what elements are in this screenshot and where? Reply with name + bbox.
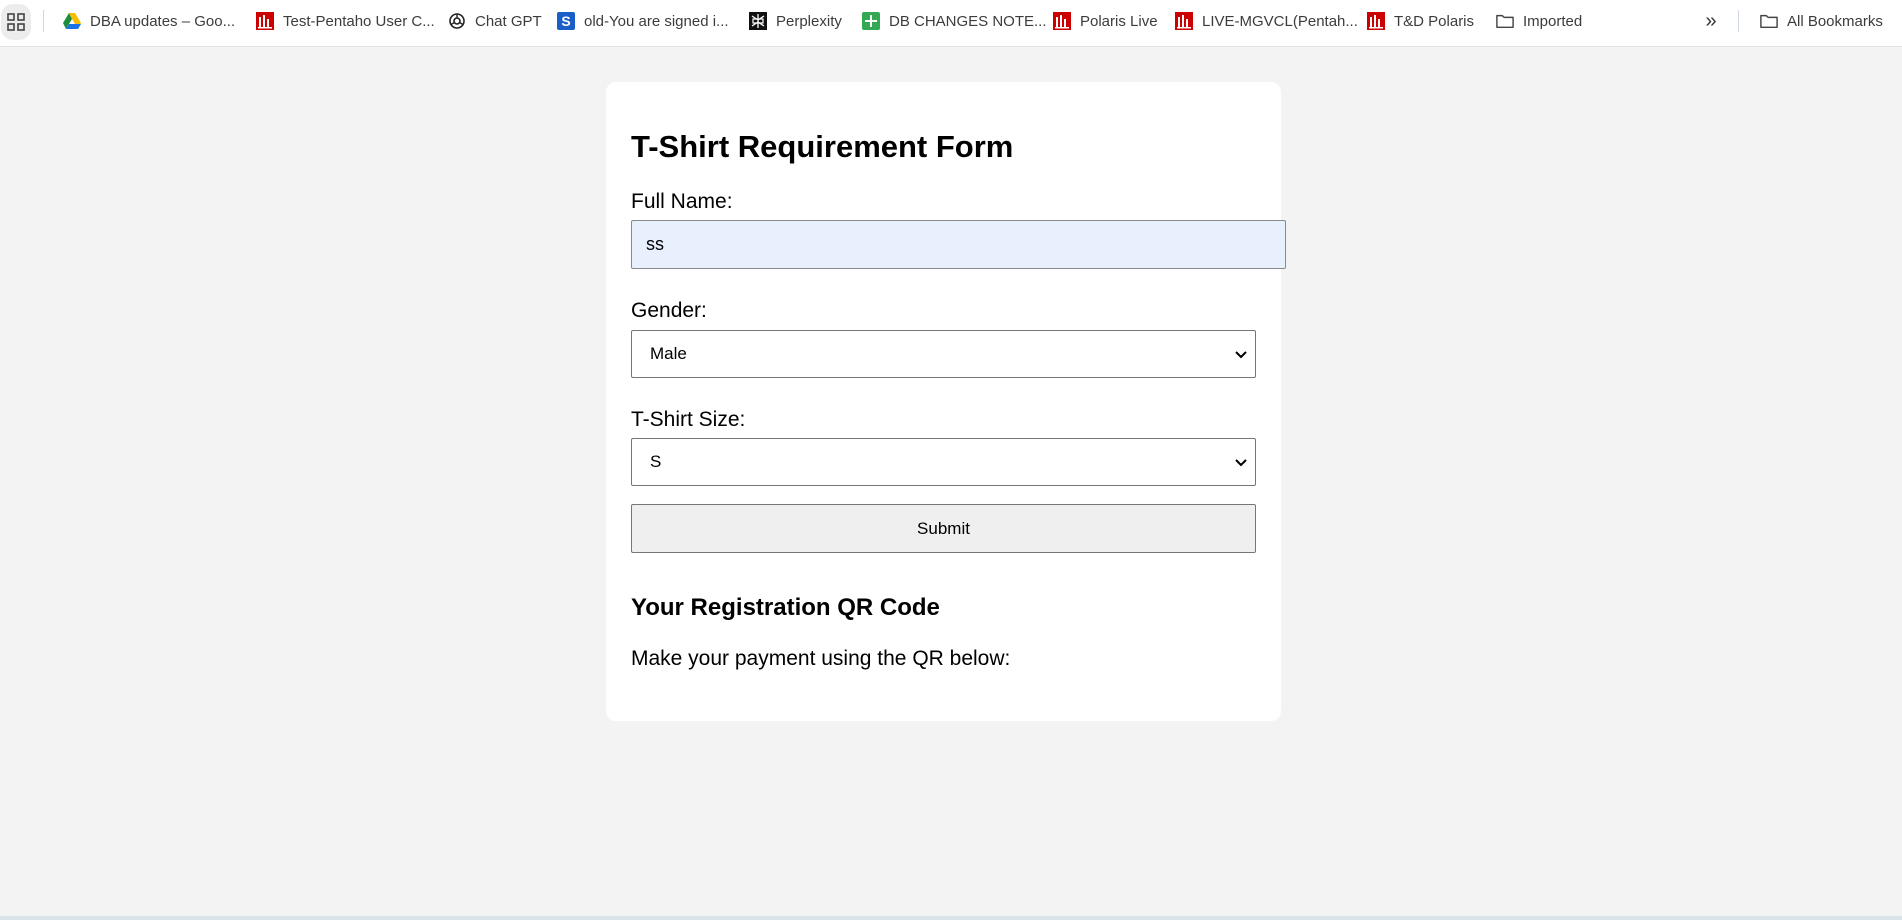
bookmark-folder-imported[interactable]: Imported — [1496, 8, 1582, 34]
registration-form-card: T-Shirt Requirement Form Full Name: Gend… — [606, 82, 1286, 721]
bookmark-chat-gpt[interactable]: Chat GPT — [448, 8, 542, 34]
google-sheets-icon — [862, 12, 880, 30]
google-drive-icon — [63, 12, 81, 30]
more-bookmarks-chevron-icon[interactable]: » — [1697, 8, 1725, 34]
bookmark-label: DBA updates – Goo... — [90, 12, 236, 30]
all-bookmarks-button[interactable]: All Bookmarks — [1760, 8, 1883, 34]
tshirt-size-selected-value: S — [650, 452, 662, 471]
bookmark-label: Chat GPT — [475, 12, 542, 30]
bookmark-label: Test-Pentaho User C... — [283, 12, 435, 30]
chevron-down-icon — [1235, 351, 1247, 359]
bookmark-dba-updates[interactable]: DBA updates – Goo... — [63, 8, 235, 34]
window-bottom-edge — [0, 916, 1902, 920]
bookmark-label: old-You are signed i... — [584, 12, 729, 30]
bookmark-label: Imported — [1523, 12, 1583, 30]
pentaho-report-icon — [1175, 12, 1193, 30]
chatgpt-icon — [448, 12, 466, 30]
qr-code-heading: Your Registration QR Code — [631, 594, 940, 621]
bookmark-label: Polaris Live — [1080, 12, 1158, 30]
perplexity-icon — [749, 12, 767, 30]
qr-payment-instruction: Make your payment using the QR below: — [631, 647, 1011, 670]
bookmarks-separator — [43, 10, 44, 32]
folder-icon — [1496, 12, 1514, 30]
bookmarks-separator — [1738, 10, 1739, 32]
pentaho-report-icon — [1053, 12, 1071, 30]
form-title: T-Shirt Requirement Form — [631, 129, 1014, 164]
s-logo-icon: S — [557, 12, 575, 30]
chevron-down-icon — [1235, 459, 1247, 467]
full-name-label: Full Name: — [631, 190, 733, 213]
tshirt-size-label: T-Shirt Size: — [631, 408, 746, 431]
gender-selected-value: Male — [650, 344, 687, 363]
bookmark-label: LIVE-MGVCL(Pentah... — [1202, 12, 1358, 30]
bookmark-perplexity[interactable]: Perplexity — [749, 8, 842, 34]
svg-text:S: S — [561, 13, 570, 29]
more-bookmarks-label: » — [1705, 9, 1717, 32]
bookmarks-bar: DBA updates – Goo... Test-Pentaho User C… — [0, 0, 1902, 47]
bookmark-label: Perplexity — [776, 12, 842, 30]
tshirt-size-select[interactable]: S — [631, 438, 1256, 486]
bookmark-test-pentaho[interactable]: Test-Pentaho User C... — [256, 8, 435, 34]
all-bookmarks-label: All Bookmarks — [1787, 12, 1883, 30]
gender-label: Gender: — [631, 299, 707, 322]
bookmark-live-mgvcl[interactable]: LIVE-MGVCL(Pentah... — [1175, 8, 1358, 34]
gender-select[interactable]: Male — [631, 330, 1256, 378]
bookmark-label: DB CHANGES NOTE... — [889, 12, 1047, 30]
pentaho-report-icon — [1367, 12, 1385, 30]
apps-grid-icon[interactable] — [1, 4, 31, 40]
bookmark-label: T&D Polaris — [1394, 12, 1475, 30]
full-name-input[interactable] — [631, 220, 1286, 269]
bookmark-td-polaris[interactable]: T&D Polaris — [1367, 8, 1474, 34]
folder-icon — [1760, 12, 1778, 30]
pentaho-report-icon — [256, 12, 274, 30]
bookmark-old-signed-in[interactable]: S old-You are signed i... — [557, 8, 729, 34]
bookmark-db-changes[interactable]: DB CHANGES NOTE... — [862, 8, 1047, 34]
bookmark-polaris-live[interactable]: Polaris Live — [1053, 8, 1158, 34]
submit-button[interactable]: Submit — [631, 504, 1256, 553]
